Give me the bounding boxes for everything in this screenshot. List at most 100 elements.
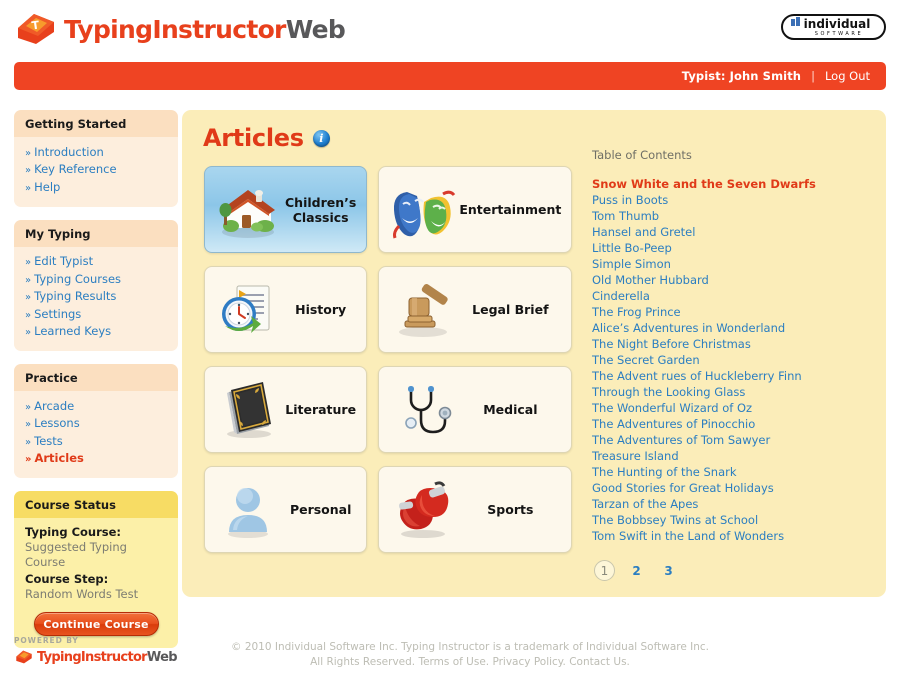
sidebar-item-articles[interactable]: » Articles [25,451,167,469]
category-tile-entertainment[interactable]: Entertainment [378,166,573,253]
toc-entry[interactable]: Tarzan of the Apes [592,496,872,512]
sidebar-section-title: Getting Started [14,110,178,137]
category-tile-medical[interactable]: Medical [378,366,573,453]
course-step-label: Course Step: [25,572,109,586]
sidebar: Getting Started» Introduction» Key Referen… [14,110,178,661]
person-icon [211,474,285,546]
category-tile-label: Entertainment [459,202,562,217]
toc-entry[interactable]: Little Bo-Peep [592,240,872,256]
toc-entry[interactable]: Through the Looking Glass [592,384,872,400]
chevron-double-right-icon: » [25,274,32,286]
sidebar-item-label: Typing Results [34,289,117,303]
toc-entry[interactable]: The Bobbsey Twins at School [592,512,872,528]
user-status-bar: Typist: John Smith | Log Out [14,62,886,90]
sidebar-item-help[interactable]: » Help [25,179,167,197]
toc-entry[interactable]: The Adventures of Tom Sawyer [592,432,872,448]
sidebar-item-label: Articles [34,451,84,465]
page-header: T TypingInstructorWeb individual SOFTWAR… [0,0,900,58]
toc-entry[interactable]: The Adventures of Pinocchio [592,416,872,432]
typing-course-value: Suggested Typing Course [25,540,127,569]
boxing-gloves-icon [385,474,459,546]
pagination-page-2[interactable]: 2 [626,560,647,581]
sidebar-item-typing-results[interactable]: » Typing Results [25,289,167,307]
category-tile-childrens-classics[interactable]: Children’s Classics [204,166,368,253]
gavel-icon [385,274,459,346]
toc-entry[interactable]: The Night Before Christmas [592,336,872,352]
sidebar-item-tests[interactable]: » Tests [25,433,167,451]
individual-software-logo: individual SOFTWARE [781,14,886,40]
copyright-line-1: © 2010 Individual Software Inc. Typing I… [230,641,709,653]
corp-logo-name: individual [804,17,871,31]
toc-entry[interactable]: The Secret Garden [592,352,872,368]
toc-entry[interactable]: Tom Swift in the Land of Wonders [592,528,872,544]
wordmark-primary: TypingInstructor [64,14,286,44]
footer-wordmark: TypingInstructorWeb [37,649,178,665]
toc-entry[interactable]: The Frog Prince [592,304,872,320]
category-tile-literature[interactable]: Literature [204,366,368,453]
sidebar-section-my-typing: My Typing» Edit Typist» Typing Courses» Typ… [14,219,178,351]
sidebar-item-label: Key Reference [34,162,117,176]
toc-entry[interactable]: Snow White and the Seven Dwarfs [592,176,872,192]
sidebar-item-key-reference[interactable]: » Key Reference [25,162,167,180]
articles-panel: Articles i Children’s Classics Entertain… [182,110,886,597]
category-tile-label: Children’s Classics [285,194,357,225]
category-tile-label: Medical [483,402,538,417]
log-out-link[interactable]: Log Out [825,69,870,83]
copyright-line-2: All Rights Reserved. Terms of Use. Priva… [310,656,630,668]
toc-entry[interactable]: Good Stories for Great Holidays [592,480,872,496]
toc-entry[interactable]: Treasure Island [592,448,872,464]
sidebar-section-practice: Practice» Arcade» Lessons» Tests» Articles [14,364,178,478]
sidebar-item-arcade[interactable]: » Arcade [25,398,167,416]
category-tile-label: Literature [285,402,357,417]
toc-entry[interactable]: Old Mother Hubbard [592,272,872,288]
category-tile-label: Sports [487,502,534,517]
category-tile-label: Personal [289,502,352,517]
course-step-value: Random Words Test [25,587,139,601]
stethoscope-icon [385,374,459,446]
chevron-double-right-icon: » [25,309,32,321]
clock-document-icon [211,274,285,346]
pagination: 123 [592,560,872,581]
footer-wordmark-secondary: Web [146,649,178,665]
toc-entry[interactable]: The Hunting of the Snark [592,464,872,480]
powered-by-block: POWERED BY TypingInstructorWeb [14,636,178,666]
category-tile-history[interactable]: History [204,266,368,353]
powered-by-label: POWERED BY [14,636,79,645]
sidebar-item-typing-courses[interactable]: » Typing Courses [25,271,167,289]
theater-masks-icon [385,174,459,246]
chevron-double-right-icon: » [25,165,32,176]
category-tile-sports[interactable]: Sports [378,466,573,553]
toc-entry[interactable]: The Advent rues of Huckleberry Finn [592,368,872,384]
category-tile-legal-brief[interactable]: Legal Brief [378,266,573,353]
chevron-double-right-icon: » [25,436,32,448]
sidebar-item-learned-keys[interactable]: » Learned Keys [25,324,167,342]
toc-entry[interactable]: Alice’s Adventures in Wonderland [592,320,872,336]
pagination-page-3[interactable]: 3 [658,560,679,581]
chevron-double-right-icon: » [25,401,32,413]
sidebar-item-lessons[interactable]: » Lessons [25,416,167,434]
toc-entry[interactable]: Tom Thumb [592,208,872,224]
sidebar-section-title: Practice [14,364,178,391]
toc-entry[interactable]: Cinderella [592,288,872,304]
wordmark-secondary: Web [285,14,346,44]
category-tile-personal[interactable]: Personal [204,466,368,553]
book-icon [211,374,285,446]
corp-logo-sub: SOFTWARE [815,31,863,37]
sidebar-item-introduction[interactable]: » Introduction [25,144,167,162]
toc-entry[interactable]: Puss in Boots [592,192,872,208]
app-logo: T TypingInstructorWeb [14,8,346,50]
footer-logo: TypingInstructorWeb [14,648,178,666]
sidebar-item-label: Edit Typist [34,254,94,268]
info-icon[interactable]: i [312,129,330,147]
chevron-double-right-icon: » [25,257,32,268]
page-title: Articles i [203,124,330,152]
sidebar-section-items: » Edit Typist» Typing Courses» Typing Resul… [14,246,178,351]
sidebar-item-edit-typist[interactable]: » Edit Typist [25,254,167,272]
sidebar-item-label: Lessons [34,416,80,430]
footer-key-icon [16,650,32,664]
pagination-page-1[interactable]: 1 [594,560,615,581]
toc-entry[interactable]: Hansel and Gretel [592,224,872,240]
toc-entry[interactable]: The Wonderful Wizard of Oz [592,400,872,416]
sidebar-item-settings[interactable]: » Settings [25,306,167,324]
toc-entry[interactable]: Simple Simon [592,256,872,272]
